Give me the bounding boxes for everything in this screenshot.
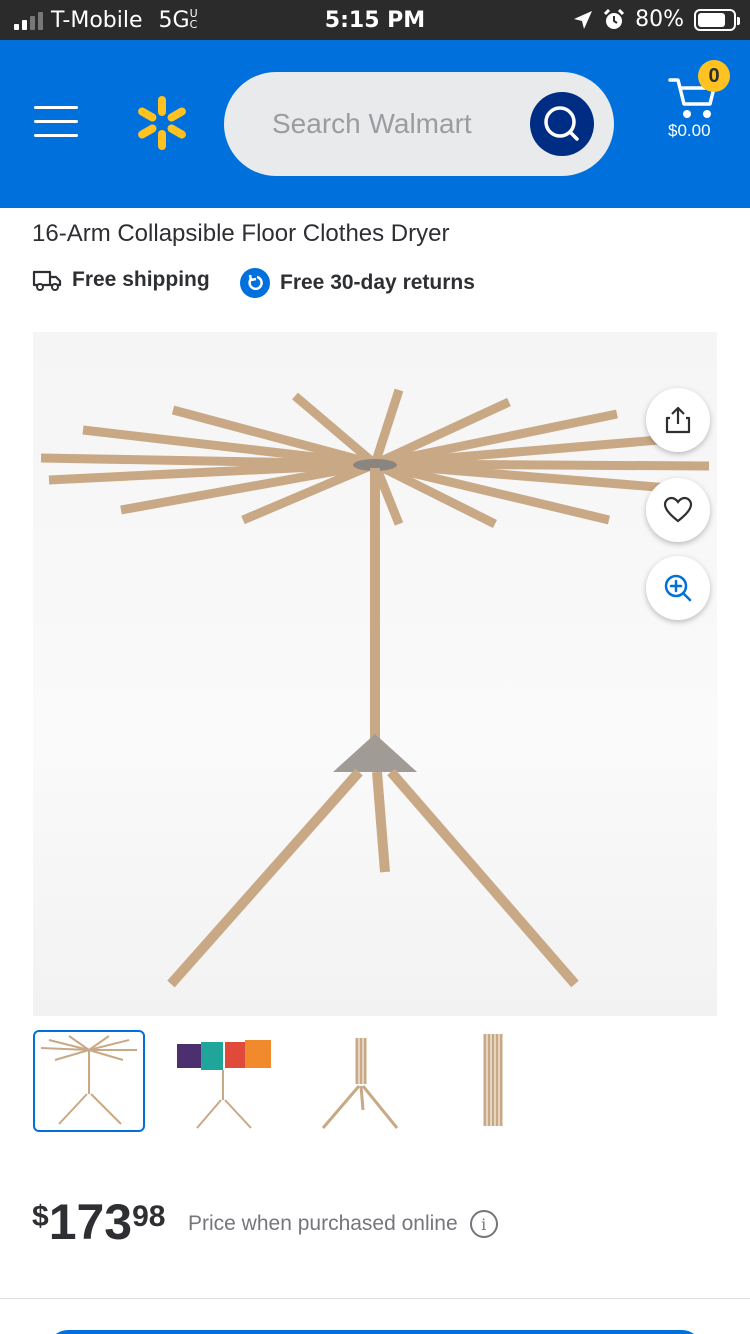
- thumbnail-1[interactable]: [33, 1030, 145, 1132]
- zoom-button[interactable]: [646, 556, 710, 620]
- info-icon[interactable]: i: [469, 1210, 498, 1238]
- price-note: Price when purchased online i: [188, 1210, 498, 1238]
- share-button[interactable]: [646, 388, 710, 452]
- thumbnail-3[interactable]: [305, 1030, 417, 1132]
- free-shipping-badge: Free shipping: [32, 268, 210, 292]
- search-input[interactable]: Search Walmart: [272, 108, 472, 140]
- free-returns-badge: Free 30-day returns: [240, 268, 475, 298]
- thumbnail-2[interactable]: [169, 1030, 281, 1132]
- menu-button[interactable]: [34, 106, 78, 140]
- price-note-label: Price when purchased online: [188, 1212, 458, 1235]
- thumbnail-strip: [33, 1030, 553, 1132]
- favorite-button[interactable]: [646, 478, 710, 542]
- product-title: 16-Arm Collapsible Floor Clothes Dryer: [32, 220, 450, 247]
- cart-count-badge: 0: [698, 60, 730, 92]
- free-returns-label: Free 30-day returns: [280, 271, 475, 294]
- battery-icon: [694, 8, 740, 31]
- status-right: 80%: [573, 7, 740, 32]
- product-price: $ 173 98: [32, 1196, 166, 1248]
- price-dollars: 173: [48, 1194, 133, 1250]
- cart-button[interactable]: 0 $0.00: [664, 60, 730, 150]
- search-bar[interactable]: Search Walmart: [224, 72, 614, 176]
- divider: [0, 1298, 750, 1299]
- price-cents: 98: [132, 1200, 166, 1233]
- search-icon: [544, 106, 579, 141]
- thumbnail-4[interactable]: [441, 1030, 553, 1132]
- walmart-spark-logo[interactable]: [134, 94, 190, 152]
- alarm-icon: [604, 8, 625, 29]
- heart-icon: [663, 496, 693, 523]
- share-icon: [665, 406, 691, 434]
- status-bar: T-Mobile 5G UC 5:15 PM 80%: [0, 0, 750, 40]
- price-currency: $: [32, 1200, 49, 1233]
- returns-icon: [240, 268, 270, 298]
- add-to-cart-button[interactable]: [48, 1330, 702, 1334]
- battery-percent: 80%: [635, 7, 684, 32]
- truck-icon: [32, 270, 62, 291]
- location-arrow-icon: [574, 10, 593, 29]
- cart-total: $0.00: [668, 121, 711, 140]
- app-header: Search Walmart 0 $0.00: [0, 40, 750, 208]
- clothes-dryer-illustration: [40, 388, 710, 988]
- battery-fill: [698, 12, 726, 27]
- zoom-in-icon: [664, 574, 692, 602]
- product-main-image[interactable]: [33, 332, 717, 1016]
- free-shipping-label: Free shipping: [72, 268, 210, 291]
- search-button[interactable]: [530, 92, 594, 156]
